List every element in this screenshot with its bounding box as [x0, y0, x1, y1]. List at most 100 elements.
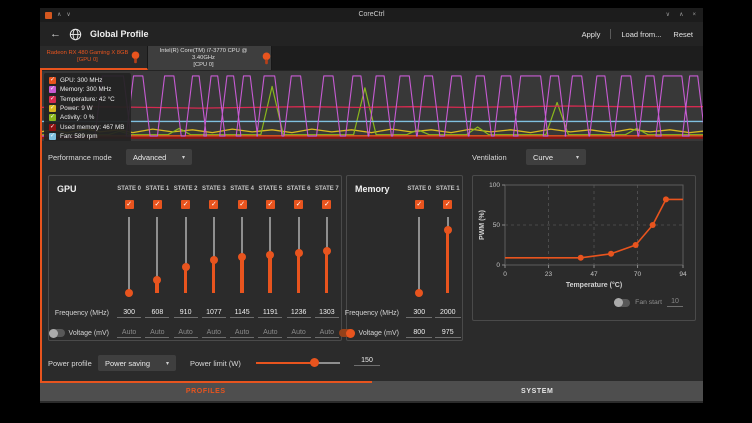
gpu-frequency-value-6[interactable]: 1236	[287, 309, 311, 318]
memory-frequency-value-1[interactable]: 2000	[435, 309, 461, 318]
gpu-voltage-value-2[interactable]: Auto	[174, 329, 198, 338]
device-tab-gpu-name: Radeon RX 480 Gaming X 8GB	[47, 50, 129, 57]
tab-profiles[interactable]: PROFILES	[40, 381, 372, 401]
device-tab-cpu[interactable]: Intel(R) Core(TM) i7-3770 CPU @ 3.40GHz …	[148, 46, 272, 70]
fan-curve-point-2[interactable]	[633, 242, 639, 248]
power-limit-value[interactable]: 150	[354, 357, 380, 366]
gpu-frequency-value-5[interactable]: 1191	[258, 309, 282, 318]
gpu-state-slider-0[interactable]	[123, 213, 135, 301]
gpu-state-checkbox-7[interactable]: ✓	[322, 200, 331, 209]
gpu-voltage-value-0[interactable]: Auto	[117, 329, 141, 338]
gpu-state-slider-4[interactable]	[236, 213, 248, 301]
gpu-voltage-value-7[interactable]: Auto	[315, 329, 339, 338]
titlebar[interactable]: ∧ ∨ CoreCtrl ∨ ∧ ×	[40, 8, 703, 22]
gpu-voltage-value-4[interactable]: Auto	[230, 329, 254, 338]
memory-state-checkbox-1[interactable]: ✓	[443, 200, 452, 209]
memory-state-cell: 975	[434, 329, 463, 338]
power-profile-dropdown[interactable]: Power saving ▾	[98, 355, 176, 371]
fan-start-row: Fan start 10	[614, 298, 683, 307]
header-divider	[610, 29, 611, 39]
legend-checkbox-activity[interactable]: ✓	[49, 114, 56, 121]
memory-state-checkbox-0[interactable]: ✓	[415, 200, 424, 209]
legend-checkbox-temperature[interactable]: ✓	[49, 96, 56, 103]
fan-start-toggle[interactable]	[614, 299, 630, 307]
memory-voltage-value-1[interactable]: 975	[435, 329, 461, 338]
fan-curve-point-1[interactable]	[608, 251, 614, 257]
memory-state-slider-1[interactable]	[442, 213, 454, 301]
gpu-state-slider-2-handle[interactable]	[182, 263, 190, 271]
gpu-state-slider-0-track[interactable]	[128, 217, 130, 293]
gpu-voltage-value-1[interactable]: Auto	[145, 329, 169, 338]
gpu-state-checkbox-3[interactable]: ✓	[209, 200, 218, 209]
gpu-voltage-value-6[interactable]: Auto	[287, 329, 311, 338]
memory-frequency-value-0[interactable]: 300	[406, 309, 432, 318]
tab-system[interactable]: SYSTEM	[372, 381, 704, 401]
gpu-voltage-toggle[interactable]	[49, 329, 65, 337]
power-profile-value: Power saving	[105, 359, 150, 368]
gpu-state-checkbox-4[interactable]: ✓	[238, 200, 247, 209]
gpu-frequency-value-3[interactable]: 1077	[202, 309, 226, 318]
legend-checkbox-used-memory[interactable]: ✓	[49, 124, 56, 131]
memory-voltage-toggle[interactable]	[339, 329, 355, 337]
memory-state-slider-0-handle[interactable]	[415, 289, 423, 297]
legend-checkbox-gpu[interactable]: ✓	[49, 77, 56, 84]
chevron-down-icon: ▾	[166, 360, 169, 367]
chevron-down-icon: ▾	[182, 154, 185, 161]
apply-button[interactable]: Apply	[582, 30, 601, 39]
gpu-state-slider-3-handle[interactable]	[210, 256, 218, 264]
legend-checkbox-fan[interactable]: ✓	[49, 133, 56, 140]
ventilation-mode-dropdown[interactable]: Curve ▾	[526, 149, 586, 165]
app-window: ∧ ∨ CoreCtrl ∨ ∧ × ← Global Profile Appl…	[40, 8, 703, 403]
gpu-frequency-value-0[interactable]: 300	[117, 309, 141, 318]
gpu-state-slider-6-handle[interactable]	[295, 249, 303, 257]
gpu-state-checkbox-1[interactable]: ✓	[153, 200, 162, 209]
performance-mode-dropdown[interactable]: Advanced ▾	[126, 149, 192, 165]
gpu-state-slider-1-handle[interactable]	[153, 276, 161, 284]
back-button[interactable]: ←	[50, 22, 61, 46]
memory-voltage-value-0[interactable]: 800	[406, 329, 432, 338]
gpu-state-slider-7-handle[interactable]	[323, 247, 331, 255]
gpu-state-slider-0-handle[interactable]	[125, 289, 133, 297]
close-button[interactable]: ×	[692, 8, 696, 22]
power-limit-handle[interactable]	[310, 358, 319, 367]
gpu-frequency-value-2[interactable]: 910	[174, 309, 198, 318]
fan-curve-chart[interactable]: 023477094050100Temperature (°C)PWM (%)	[475, 179, 693, 297]
gpu-voltage-value-5[interactable]: Auto	[258, 329, 282, 338]
gpu-frequency-value-1[interactable]: 608	[145, 309, 169, 318]
gpu-state-checkbox-0[interactable]: ✓	[125, 200, 134, 209]
memory-state-cell: 800	[405, 329, 434, 338]
maximize-button[interactable]: ∧	[679, 8, 683, 22]
gpu-state-slider-5[interactable]	[264, 213, 276, 301]
fan-curve-point-3[interactable]	[650, 222, 656, 228]
memory-state-slider-0-track[interactable]	[418, 217, 420, 293]
memory-state-slider-1-handle[interactable]	[444, 226, 452, 234]
load-from-button[interactable]: Load from...	[621, 30, 661, 39]
device-tab-gpu-sub: [GPU 0]	[47, 57, 129, 64]
sensor-graph-canvas	[40, 71, 703, 141]
reset-button[interactable]: Reset	[673, 30, 693, 39]
fan-curve-point-0[interactable]	[578, 255, 584, 261]
device-tab-gpu[interactable]: Radeon RX 480 Gaming X 8GB [GPU 0]	[40, 46, 148, 70]
minimize-button[interactable]: ∨	[666, 8, 670, 22]
gpu-state-slider-5-handle[interactable]	[266, 251, 274, 259]
gpu-state-slider-2[interactable]	[180, 213, 192, 301]
legend-checkbox-power[interactable]: ✓	[49, 105, 56, 112]
gpu-frequency-value-7[interactable]: 1303	[315, 309, 339, 318]
gpu-state-checkbox-6[interactable]: ✓	[294, 200, 303, 209]
gpu-voltage-toggle-knob	[49, 329, 58, 338]
gpu-frequency-value-4[interactable]: 1145	[230, 309, 254, 318]
fan-start-value[interactable]: 10	[667, 298, 683, 307]
memory-state-slider-0[interactable]	[413, 213, 425, 301]
gpu-state-slider-4-handle[interactable]	[238, 253, 246, 261]
gpu-state-slider-7[interactable]	[321, 213, 333, 301]
fan-curve-point-4[interactable]	[663, 196, 669, 202]
gpu-state-checkbox-2[interactable]: ✓	[181, 200, 190, 209]
gpu-state-slider-3[interactable]	[208, 213, 220, 301]
gpu-state-slider-1[interactable]	[151, 213, 163, 301]
legend-checkbox-memory[interactable]: ✓	[49, 86, 56, 93]
gpu-state-slider-6[interactable]	[293, 213, 305, 301]
gpu-state-cell: ✓	[313, 200, 341, 209]
gpu-voltage-value-3[interactable]: Auto	[202, 329, 226, 338]
power-limit-slider[interactable]	[256, 355, 340, 371]
gpu-state-checkbox-5[interactable]: ✓	[266, 200, 275, 209]
